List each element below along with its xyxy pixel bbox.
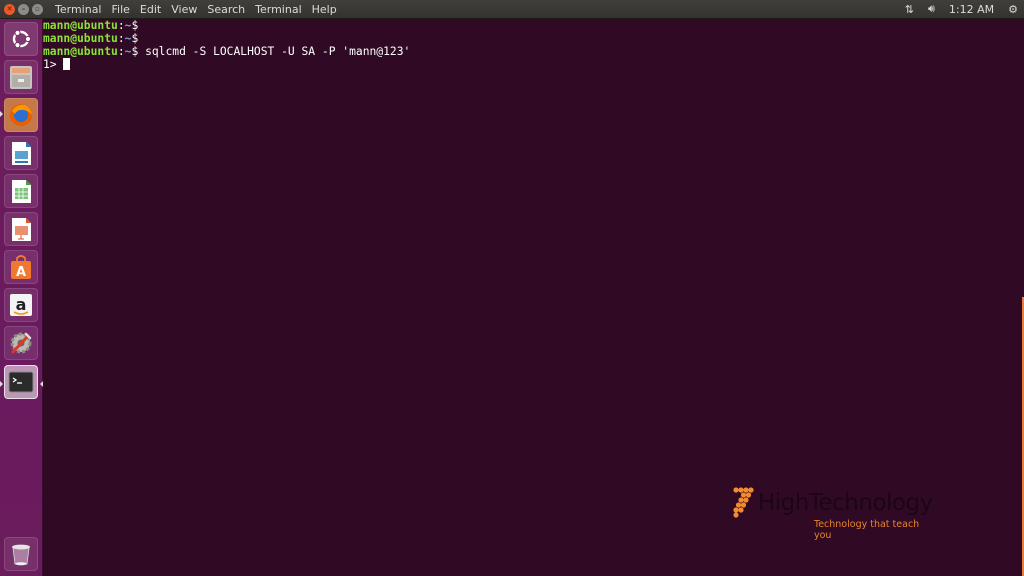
launcher-ubuntu-software[interactable]: A [4,250,38,284]
top-panel: ✕ – ▫ Terminal File Edit View Search Ter… [0,0,1024,19]
close-icon: ✕ [6,4,13,13]
svg-text:a: a [16,295,27,314]
running-indicator [0,381,3,387]
launcher-trash[interactable] [4,537,38,571]
command-text: sqlcmd -S LOCALHOST -U SA -P 'mann@123' [138,45,411,58]
maximize-button[interactable]: ▫ [32,3,43,15]
launcher-libreoffice-impress[interactable] [4,212,38,246]
terminal-line: mann@ubuntu:~$ sqlcmd -S LOCALHOST -U SA… [43,45,411,58]
sqlcmd-prompt: 1> [43,58,64,71]
svg-text:A: A [16,265,26,280]
amazon-icon: a [10,294,32,316]
menu-search[interactable]: Search [202,3,250,16]
calc-icon [12,180,31,203]
text-cursor [63,58,71,70]
menu-bar: Terminal File Edit View Search Terminal … [50,3,342,16]
launcher-system-settings[interactable] [4,326,38,360]
terminal-line: mann@ubuntu:~$ [43,32,139,45]
firefox-icon [10,104,32,126]
watermark-title: HighTechnology [758,490,933,516]
launcher-libreoffice-calc[interactable] [4,174,38,208]
launcher: A a [0,19,43,576]
network-updown-icon[interactable]: ⇅ [905,3,914,16]
impress-icon [12,218,31,241]
window-controls: ✕ – ▫ [4,3,43,15]
launcher-amazon[interactable]: a [4,288,38,322]
maximize-icon: ▫ [35,4,40,13]
gear-icon[interactable]: ⚙ [1008,3,1018,16]
sqlcmd-line: 1> [43,58,1024,71]
terminal-icon [8,371,34,393]
menu-help[interactable]: Help [307,3,342,16]
menu-file[interactable]: File [107,3,135,16]
terminal-line: mann@ubuntu:~$ [43,19,139,32]
hightechnology-logo-icon [733,487,754,518]
ubuntu-logo-icon [12,29,32,49]
menu-edit[interactable]: Edit [135,3,166,16]
writer-icon [12,142,31,165]
running-indicator [0,111,3,117]
prompt-user: mann@ubuntu [43,19,118,32]
indicator-area: ⇅ 🔊︎ 1:12 AM ⚙ [905,0,1018,18]
prompt-user: mann@ubuntu [43,32,118,45]
watermark-subtitle: Technology that teach you [814,519,920,541]
app-name: Terminal [55,2,102,16]
launcher-files[interactable] [4,60,38,94]
trash-icon [12,544,30,566]
menu-terminal[interactable]: Terminal [250,3,307,16]
prompt-user: mann@ubuntu [43,45,118,58]
volume-icon[interactable]: 🔊︎ [928,2,935,16]
settings-icon [10,332,32,354]
watermark: HighTechnology Technology that teach you [730,485,933,541]
prompt-symbol: $ [131,19,139,32]
file-cabinet-icon [10,66,32,89]
launcher-dash[interactable] [4,22,38,56]
software-center-icon: A [11,255,31,280]
launcher-terminal[interactable] [4,365,38,399]
minimize-button[interactable]: – [18,3,29,15]
clock[interactable]: 1:12 AM [949,3,994,16]
prompt-symbol: $ [131,32,139,45]
launcher-firefox[interactable] [4,98,38,132]
launcher-libreoffice-writer[interactable] [4,136,38,170]
menu-view[interactable]: View [166,3,202,16]
close-button[interactable]: ✕ [4,3,15,15]
minimize-icon: – [21,4,26,13]
